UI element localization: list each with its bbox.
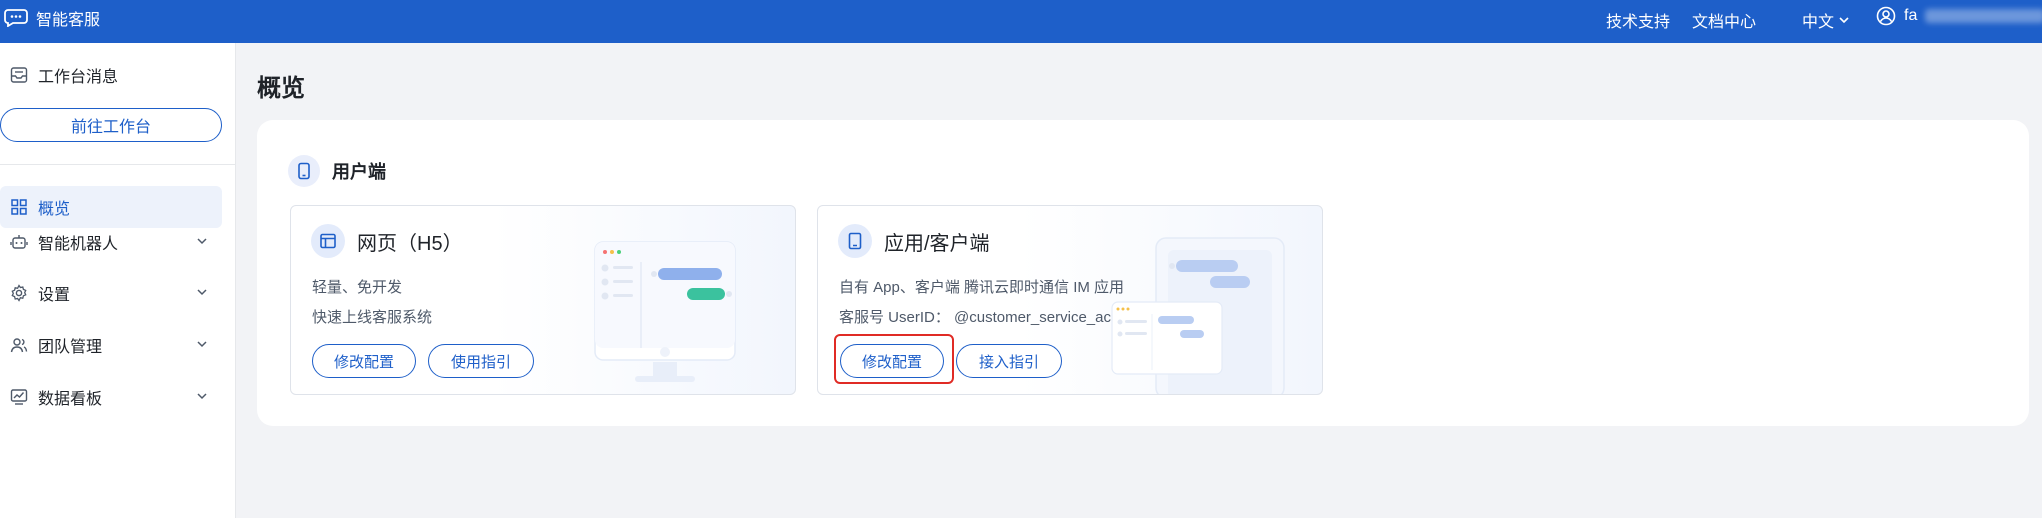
- web-h5-card: 网页（H5） 轻量、免开发 快速上线客服系统 修改配置 使用指引: [290, 205, 796, 395]
- web-card-desc-1: 轻量、免开发: [312, 279, 403, 296]
- chat-bubble-icon: [4, 9, 28, 27]
- grid-icon: [11, 199, 27, 215]
- sidebar-item-label: 概览: [38, 201, 71, 218]
- chevron-down-icon: [197, 341, 207, 348]
- chevron-down-icon: [197, 289, 207, 296]
- sidebar-item-label: 团队管理: [38, 339, 103, 356]
- inbox-icon: [10, 67, 28, 83]
- desktop-chat-illustration: [594, 241, 736, 382]
- language-label: 中文: [1802, 14, 1835, 31]
- brand[interactable]: 智能客服: [4, 0, 100, 36]
- workbench-message-label: 工作台消息: [38, 69, 119, 86]
- app-card-title: 应用/客户端: [838, 224, 990, 258]
- phone-icon: [298, 162, 310, 180]
- sidebar: 工作台消息 前往工作台 概览 智能机器人 设置 团队管理 数据看板: [0, 43, 236, 518]
- mobile-chat-illustration: [1111, 237, 1285, 394]
- top-bar: 智能客服 技术支持 文档中心 中文 fa..: [0, 0, 2042, 43]
- web-card-title: 网页（H5）: [311, 224, 463, 258]
- user-menu[interactable]: fa..: [1876, 6, 2042, 26]
- tech-support-link[interactable]: 技术支持: [1606, 8, 1670, 32]
- chevron-down-icon: [1839, 17, 1849, 24]
- browser-window-icon: [320, 233, 336, 249]
- brand-name: 智能客服: [36, 12, 101, 29]
- client-section-card: 用户端 网页（H5） 轻量、免开发 快速上线客服系统 修改配置 使用指引 应用/…: [257, 120, 2029, 426]
- app-access-guide-button[interactable]: 接入指引: [956, 344, 1062, 378]
- app-edit-config-button[interactable]: 修改配置: [840, 344, 944, 378]
- workbench-message[interactable]: 工作台消息: [10, 63, 118, 87]
- section-title: 用户端: [332, 162, 386, 182]
- sidebar-item-robot[interactable]: 智能机器人: [0, 221, 222, 263]
- chart-icon: [10, 389, 28, 405]
- section-icon-badge: [288, 155, 320, 187]
- web-card-title-text: 网页（H5）: [357, 232, 463, 255]
- goto-workbench-button[interactable]: 前往工作台: [0, 108, 222, 142]
- docs-center-link[interactable]: 文档中心: [1692, 8, 1756, 32]
- web-usage-guide-button[interactable]: 使用指引: [428, 344, 534, 378]
- web-edit-config-button[interactable]: 修改配置: [312, 344, 416, 378]
- userid-label: 客服号 UserID：: [839, 309, 950, 326]
- language-select[interactable]: 中文: [1802, 8, 1850, 32]
- web-icon-badge: [311, 224, 345, 258]
- sidebar-item-dashboard[interactable]: 数据看板: [0, 376, 222, 418]
- sidebar-item-label: 数据看板: [38, 391, 103, 408]
- tablet-icon: [848, 232, 862, 250]
- app-icon-badge: [838, 224, 872, 258]
- user-icon: [1876, 6, 1896, 26]
- chevron-down-icon: [197, 238, 207, 245]
- page-title: 概览: [257, 75, 305, 102]
- team-icon: [10, 338, 28, 353]
- web-card-desc-2: 快速上线客服系统: [312, 309, 433, 326]
- app-card-title-text: 应用/客户端: [884, 232, 990, 255]
- sidebar-item-team[interactable]: 团队管理: [0, 324, 222, 366]
- app-card-desc: 自有 App、客户端 腾讯云即时通信 IM 应用: [839, 279, 1125, 296]
- chevron-down-icon: [197, 393, 207, 400]
- app-client-card: 应用/客户端 自有 App、客户端 腾讯云即时通信 IM 应用 客服号 User…: [817, 205, 1323, 395]
- sidebar-divider: [0, 164, 236, 165]
- gear-icon: [11, 284, 27, 302]
- section-header: 用户端: [288, 155, 386, 187]
- user-name-redacted: [1925, 9, 2042, 23]
- sidebar-item-settings[interactable]: 设置: [0, 272, 222, 314]
- user-name-prefix: fa: [1904, 7, 1918, 24]
- robot-icon: [10, 235, 28, 249]
- sidebar-item-label: 设置: [38, 287, 71, 304]
- sidebar-item-label: 智能机器人: [38, 236, 119, 253]
